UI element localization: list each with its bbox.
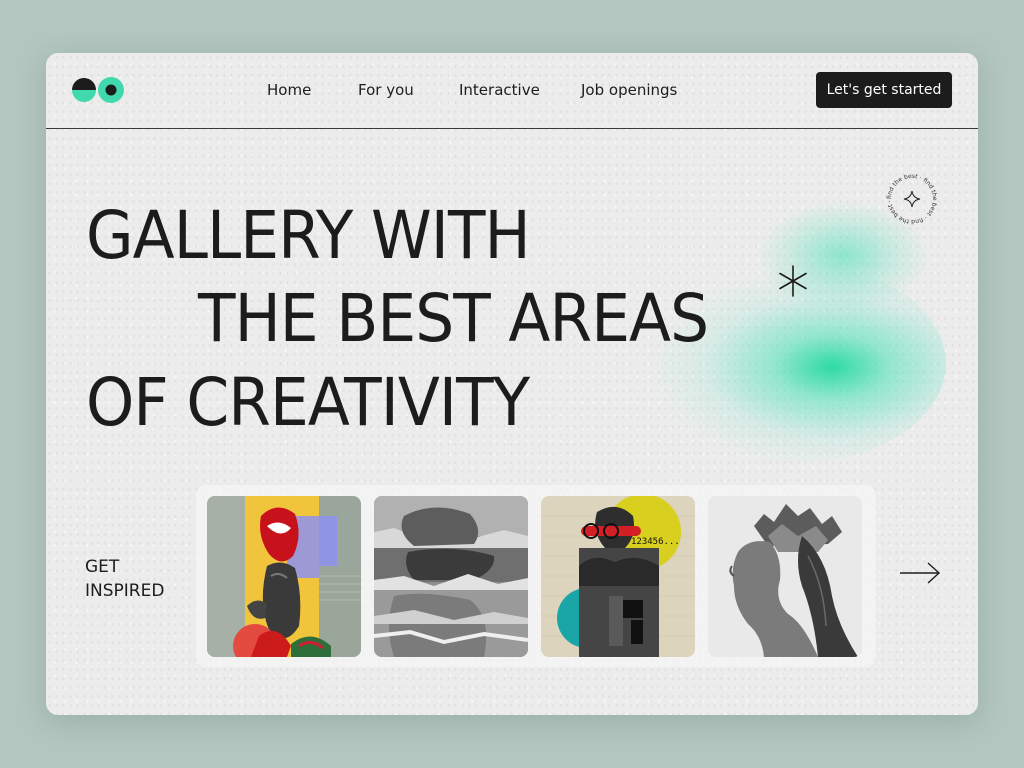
collage-glasses-statue-image: 123456...	[541, 496, 695, 657]
badge-ring-text: find the best · find the best · find the…	[886, 173, 938, 225]
app-window: Home For you Interactive Job openings Le…	[46, 53, 978, 715]
logo-icon[interactable]	[71, 76, 125, 104]
nav-interactive[interactable]: Interactive	[459, 81, 540, 99]
hero-title-line-2: THE BEST AREAS	[198, 280, 709, 357]
badge-ring-textpath: find the best · find the best · find the…	[886, 173, 938, 225]
hero-title-line-1: GALLERY WITH	[86, 197, 531, 274]
nav-for-you[interactable]: For you	[358, 81, 414, 99]
get-inspired-line-2: INSPIRED	[85, 581, 165, 601]
get-inspired-label: GET INSPIRED	[85, 555, 164, 603]
gallery-card-1[interactable]	[207, 496, 361, 657]
collage-mountain-head-image	[708, 496, 862, 657]
gallery-card-2[interactable]	[374, 496, 528, 657]
gallery-card-3[interactable]: 123456...	[541, 496, 695, 657]
arrow-right-icon[interactable]	[898, 560, 942, 586]
collage-torn-paper-statue-image	[374, 496, 528, 657]
find-the-best-badge: find the best · find the best · find the…	[886, 173, 938, 225]
top-navigation: Home For you Interactive Job openings Le…	[46, 53, 978, 129]
nav-job-openings[interactable]: Job openings	[581, 81, 677, 99]
card3-caption: 123456...	[631, 537, 680, 547]
get-inspired-line-1: GET	[85, 557, 120, 577]
hero-title-line-3: OF CREATIVITY	[86, 364, 530, 441]
get-started-button[interactable]: Let's get started	[816, 72, 952, 108]
nav-home[interactable]: Home	[267, 81, 311, 99]
sparkle-icon	[903, 190, 921, 208]
gallery-card-4[interactable]	[708, 496, 862, 657]
asterisk-icon	[779, 265, 807, 297]
collage-lips-statue-image	[207, 496, 361, 657]
